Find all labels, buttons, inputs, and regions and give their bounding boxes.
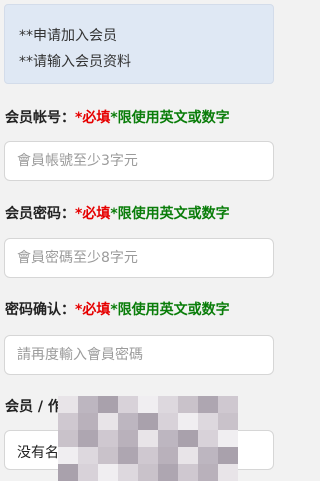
confirm-required-mark: *必填: [75, 302, 111, 318]
mosaic-tile: [118, 413, 138, 430]
mosaic-tile: [198, 396, 218, 413]
mosaic-tile: [78, 396, 98, 413]
mosaic-tile: [158, 430, 178, 447]
mosaic-tile: [58, 413, 78, 430]
password-required-mark: *必填: [75, 206, 111, 222]
mosaic-tile: [138, 396, 158, 413]
account-required-mark: *必填: [75, 110, 111, 126]
mosaic-tile: [218, 430, 238, 447]
mosaic-tile: [78, 430, 98, 447]
notice-line-apply: **申请加入会员: [19, 28, 117, 44]
password-label-text: 会员密码：: [5, 206, 75, 222]
mosaic-tile: [158, 413, 178, 430]
password-label: 会员密码：*必填*限使用英文或数字: [5, 205, 230, 223]
mosaic-tile: [178, 396, 198, 413]
mosaic-tile: [158, 396, 178, 413]
mosaic-tile: [218, 447, 238, 464]
account-hint: *限使用英文或数字: [110, 110, 230, 126]
mosaic-tile: [98, 430, 118, 447]
mosaic-tile: [58, 447, 78, 464]
mosaic-tile: [58, 396, 78, 413]
confirm-hint: *限使用英文或数字: [110, 302, 230, 318]
mosaic-tile: [138, 413, 158, 430]
mosaic-tile: [198, 447, 218, 464]
account-input[interactable]: [5, 142, 273, 180]
mosaic-tile: [138, 464, 158, 481]
account-label: 会员帐号：*必填*限使用英文或数字: [5, 109, 230, 127]
mosaic-tile: [118, 447, 138, 464]
mosaic-tile: [158, 464, 178, 481]
mosaic-tile: [198, 430, 218, 447]
account-label-text: 会员帐号：: [5, 110, 75, 126]
nickname-field-text: 没有名: [17, 445, 59, 461]
mosaic-tile: [58, 430, 78, 447]
mosaic-tile: [78, 413, 98, 430]
confirm-field[interactable]: [4, 335, 274, 375]
mosaic-tile: [98, 413, 118, 430]
mosaic-tile: [98, 396, 118, 413]
notice-box: **申请加入会员 **请输入会员资料: [4, 4, 274, 84]
confirm-password-input[interactable]: [5, 336, 273, 374]
mosaic-tile: [138, 430, 158, 447]
confirm-label-text: 密码确认：: [5, 302, 75, 318]
password-input[interactable]: [5, 239, 273, 277]
account-field[interactable]: [4, 141, 274, 181]
mosaic-tile: [118, 464, 138, 481]
nickname-label-text: 会员 / 作: [5, 399, 62, 415]
mosaic-tile: [78, 464, 98, 481]
password-field[interactable]: [4, 238, 274, 278]
notice-line-enter-info: **请输入会员资料: [19, 54, 131, 70]
mosaic-tile: [98, 464, 118, 481]
mosaic-tile: [218, 464, 238, 481]
nickname-label: 会员 / 作: [5, 398, 62, 416]
mosaic-tile: [198, 464, 218, 481]
mosaic-tile: [178, 447, 198, 464]
mosaic-tile: [158, 447, 178, 464]
mosaic-tile: [218, 413, 238, 430]
mosaic-tile: [118, 430, 138, 447]
mosaic-tile: [138, 447, 158, 464]
mosaic-tile: [58, 464, 78, 481]
mosaic-tile: [178, 464, 198, 481]
password-hint: *限使用英文或数字: [110, 206, 230, 222]
pixelated-overlay: [58, 396, 238, 481]
mosaic-tile: [198, 413, 218, 430]
mosaic-tile: [98, 447, 118, 464]
mosaic-tile: [78, 447, 98, 464]
mosaic-tile: [178, 413, 198, 430]
mosaic-tile: [118, 396, 138, 413]
confirm-label: 密码确认：*必填*限使用英文或数字: [5, 301, 230, 319]
mosaic-tile: [178, 430, 198, 447]
mosaic-tile: [218, 396, 238, 413]
